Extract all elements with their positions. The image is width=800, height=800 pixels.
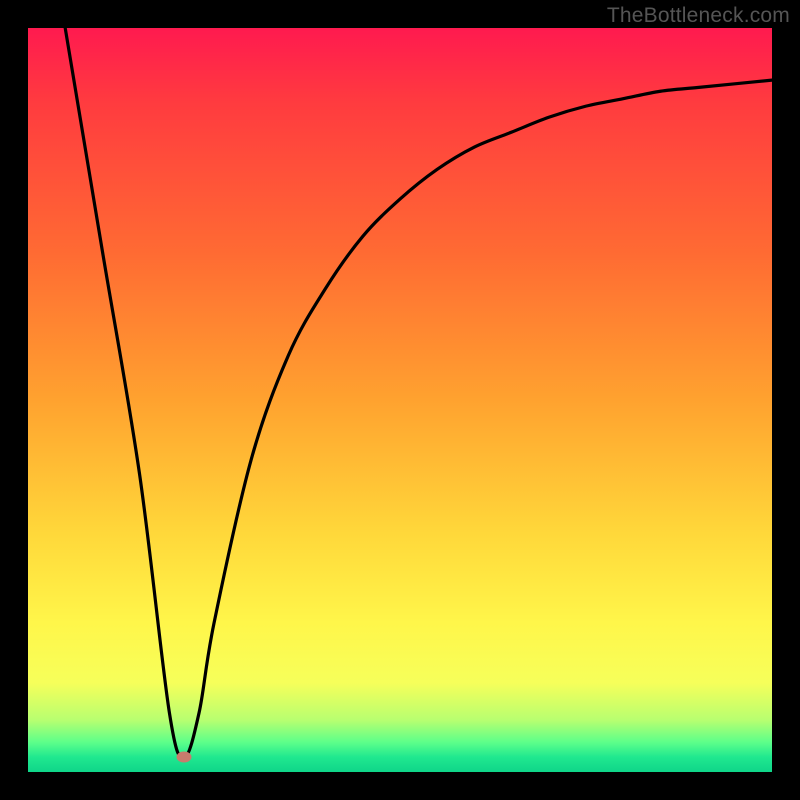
watermark-text: TheBottleneck.com — [607, 4, 790, 28]
plot-area — [28, 28, 772, 772]
bottleneck-curve — [28, 28, 772, 772]
minimum-marker — [177, 752, 192, 763]
chart-frame: TheBottleneck.com — [0, 0, 800, 800]
